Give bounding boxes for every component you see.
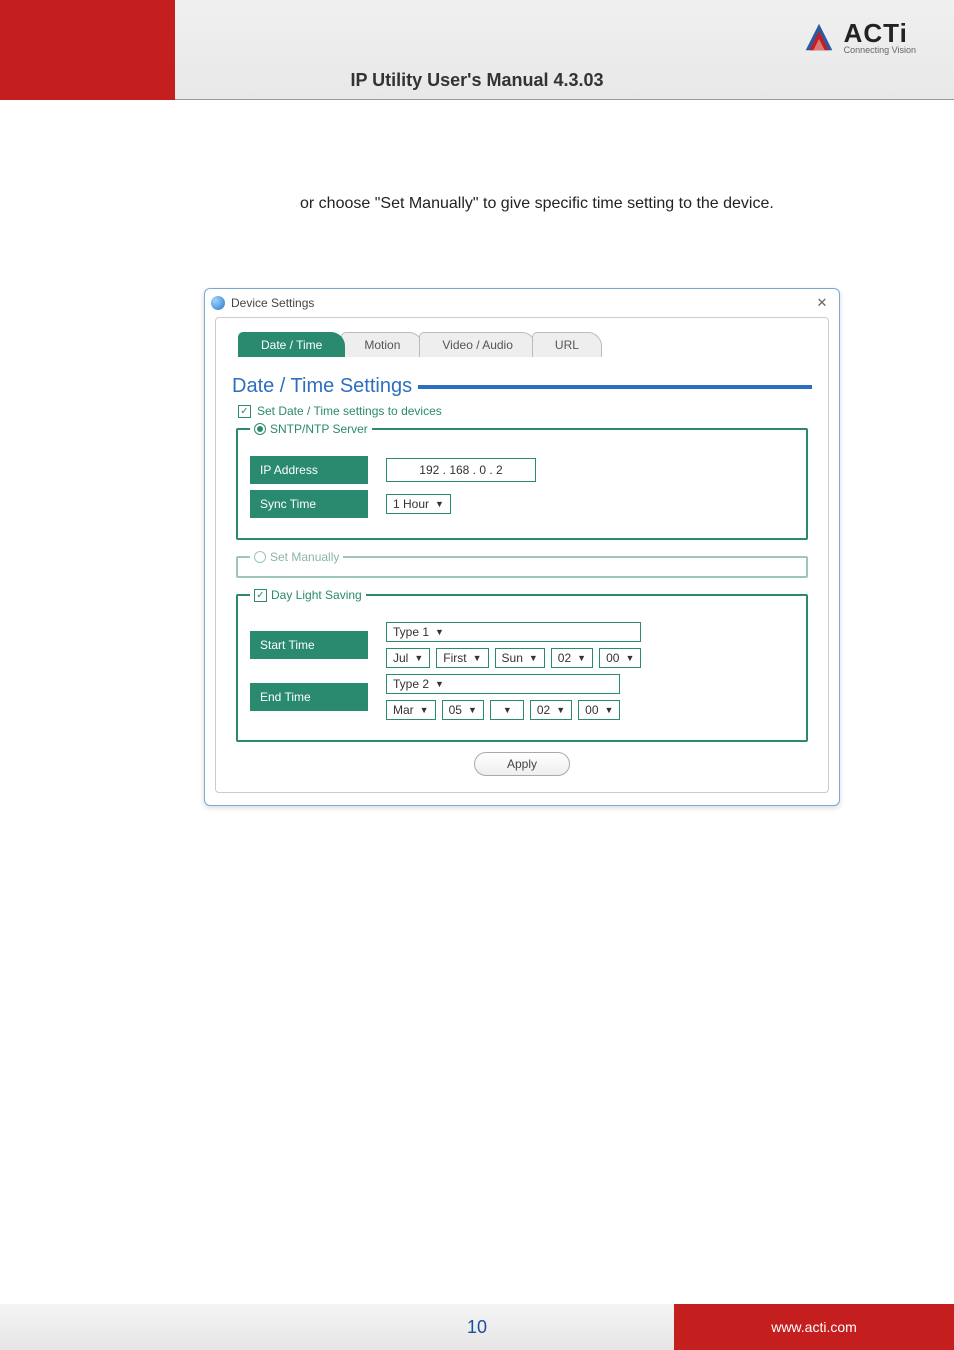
set-to-devices-label: Set Date / Time settings to devices xyxy=(257,404,442,418)
chevron-down-icon: ▼ xyxy=(473,653,482,663)
start-time-label: Start Time xyxy=(250,631,368,659)
start-type-select[interactable]: Type 1 ▼ xyxy=(386,622,641,642)
daylight-saving-group: Day Light Saving Start Time Type 1 ▼ Jul… xyxy=(236,588,808,742)
sntp-legend[interactable]: SNTP/NTP Server xyxy=(250,422,372,436)
end-time-label: End Time xyxy=(250,683,368,711)
tab-date-time[interactable]: Date / Time xyxy=(238,332,345,357)
start-hour-select[interactable]: 02▼ xyxy=(551,648,593,668)
set-manually-legend[interactable]: Set Manually xyxy=(250,550,343,564)
start-ordinal-select[interactable]: First▼ xyxy=(436,648,488,668)
globe-icon xyxy=(211,296,225,310)
chevron-down-icon: ▼ xyxy=(435,627,444,637)
chevron-down-icon: ▼ xyxy=(556,705,565,715)
brand-logo: ACTi Connecting Vision xyxy=(800,18,916,56)
apply-button[interactable]: Apply xyxy=(474,752,570,776)
chevron-down-icon: ▼ xyxy=(605,705,614,715)
sync-time-value: 1 Hour xyxy=(393,497,429,511)
logo-text: ACTi xyxy=(844,20,916,46)
chevron-down-icon: ▼ xyxy=(577,653,586,663)
logo-tagline: Connecting Vision xyxy=(844,46,916,55)
dls-legend-text: Day Light Saving xyxy=(271,588,362,602)
chevron-down-icon: ▼ xyxy=(625,653,634,663)
radio-icon[interactable] xyxy=(254,551,266,563)
chevron-down-icon: ▼ xyxy=(420,705,429,715)
end-type-select[interactable]: Type 2 ▼ xyxy=(386,674,620,694)
section-heading-row: Date / Time Settings xyxy=(232,375,812,398)
chevron-down-icon: ▼ xyxy=(529,653,538,663)
start-month-select[interactable]: Jul▼ xyxy=(386,648,430,668)
sntp-group: SNTP/NTP Server IP Address 192 . 168 . 0… xyxy=(236,422,808,540)
radio-icon[interactable] xyxy=(254,423,266,435)
page-number: 10 xyxy=(467,1317,487,1338)
set-manually-group: Set Manually xyxy=(236,550,808,578)
close-icon[interactable]: ✕ xyxy=(811,295,833,311)
end-type-value: Type 2 xyxy=(393,677,429,691)
sync-time-label: Sync Time xyxy=(250,490,368,518)
chevron-down-icon: ▼ xyxy=(468,705,477,715)
sntp-legend-text: SNTP/NTP Server xyxy=(270,422,368,436)
footer-url: www.acti.com xyxy=(674,1304,954,1350)
end-dom-select[interactable]: 05▼ xyxy=(442,700,484,720)
tab-video-audio[interactable]: Video / Audio xyxy=(419,332,536,357)
chevron-down-icon: ▼ xyxy=(414,653,423,663)
dialog-title: Device Settings xyxy=(231,296,314,310)
dialog-body: Date / Time Motion Video / Audio URL Dat… xyxy=(215,317,829,793)
ip-address-input[interactable]: 192 . 168 . 0 . 2 xyxy=(386,458,536,482)
checkbox-icon[interactable] xyxy=(254,589,267,602)
start-type-value: Type 1 xyxy=(393,625,429,639)
end-minute-select[interactable]: 00▼ xyxy=(578,700,620,720)
logo-mark-icon xyxy=(800,18,838,56)
header-divider xyxy=(175,99,954,100)
checkbox-icon[interactable] xyxy=(238,405,251,418)
tab-url[interactable]: URL xyxy=(532,332,602,357)
ip-address-label: IP Address xyxy=(250,456,368,484)
device-settings-dialog: Device Settings ✕ Date / Time Motion Vid… xyxy=(204,288,840,806)
start-day-select[interactable]: Sun▼ xyxy=(495,648,545,668)
tab-motion[interactable]: Motion xyxy=(341,332,423,357)
tab-bar: Date / Time Motion Video / Audio URL xyxy=(238,332,812,357)
footer-gray xyxy=(0,1304,674,1350)
manual-title: IP Utility User's Manual 4.3.03 xyxy=(350,70,603,91)
dls-legend[interactable]: Day Light Saving xyxy=(250,588,366,602)
body-paragraph: or choose "Set Manually" to give specifi… xyxy=(300,195,774,213)
section-rule xyxy=(418,385,812,389)
page-header: IP Utility User's Manual 4.3.03 ACTi Con… xyxy=(0,0,954,100)
end-hour-select[interactable]: 02▼ xyxy=(530,700,572,720)
set-to-devices-row[interactable]: Set Date / Time settings to devices xyxy=(238,404,812,418)
dialog-titlebar: Device Settings ✕ xyxy=(205,289,839,317)
sync-time-select[interactable]: 1 Hour ▼ xyxy=(386,494,451,514)
chevron-down-icon: ▼ xyxy=(435,679,444,689)
chevron-down-icon: ▼ xyxy=(435,499,444,509)
section-heading: Date / Time Settings xyxy=(232,375,412,398)
start-minute-select[interactable]: 00▼ xyxy=(599,648,641,668)
set-manually-text: Set Manually xyxy=(270,550,339,564)
end-month-select[interactable]: Mar▼ xyxy=(386,700,436,720)
chevron-down-icon: ▼ xyxy=(503,705,512,715)
end-blank-select[interactable]: ▼ xyxy=(490,700,524,720)
